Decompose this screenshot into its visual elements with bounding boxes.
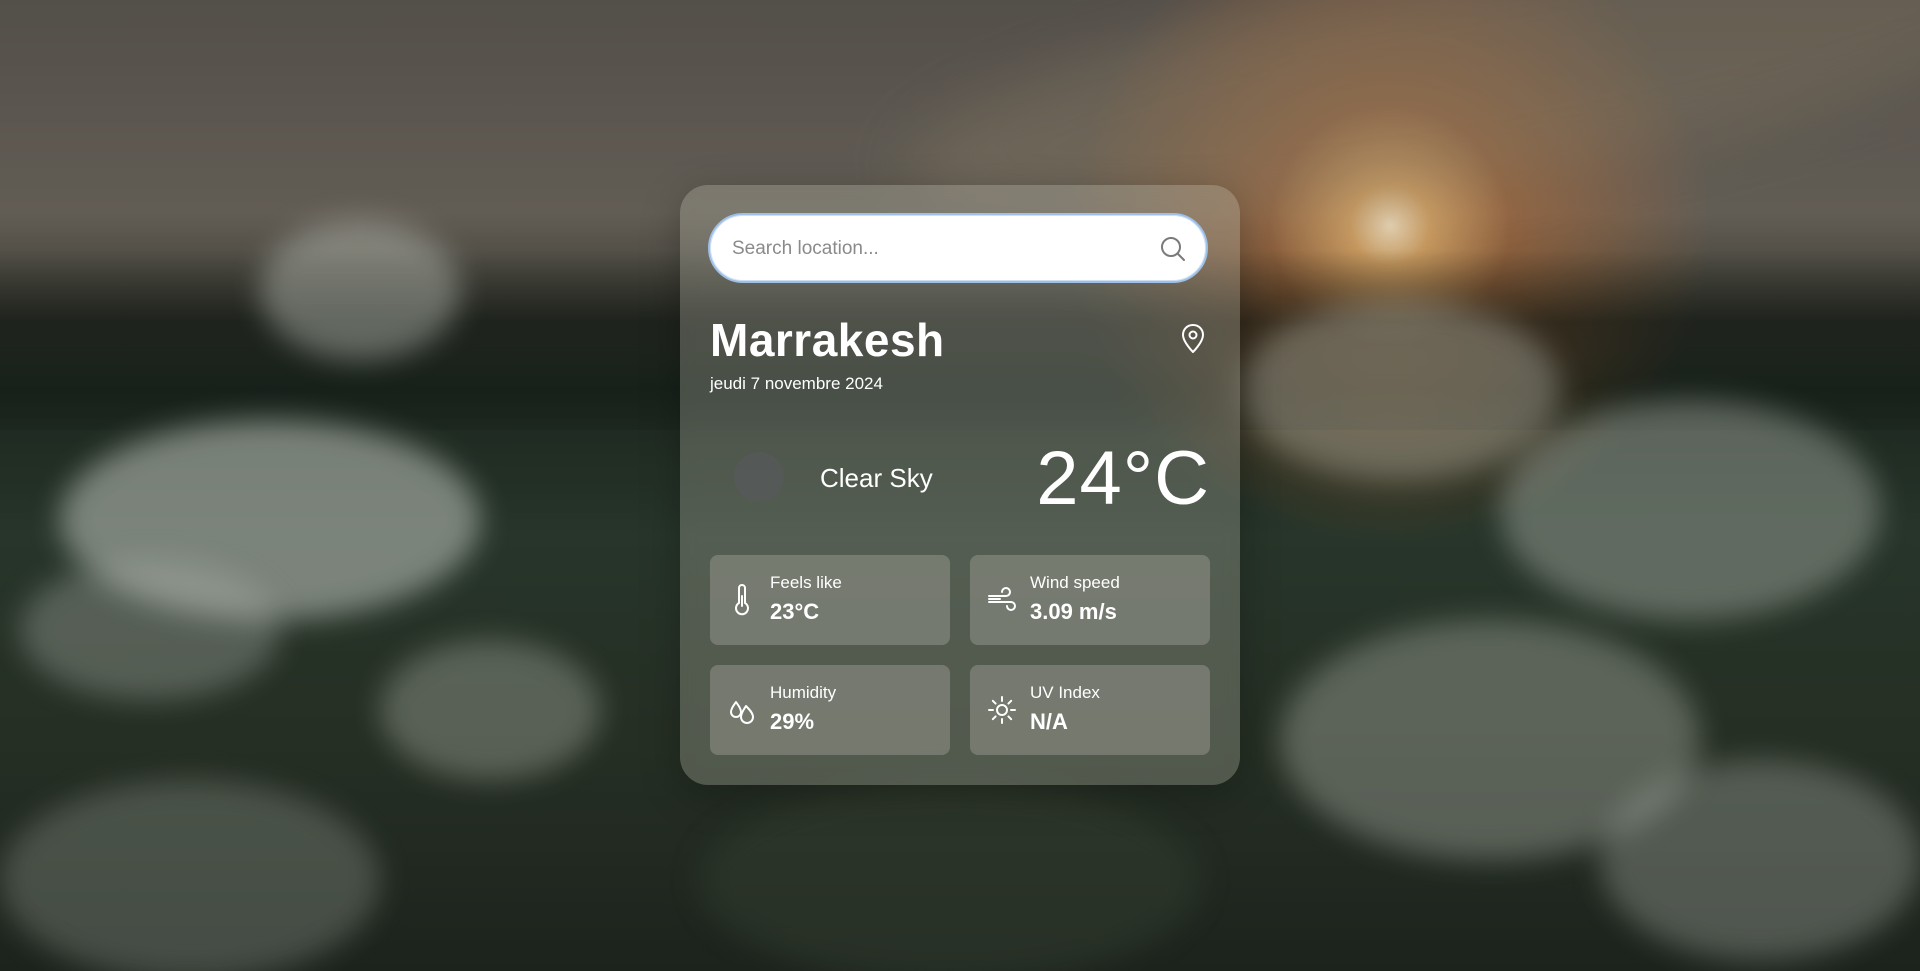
search-bar (708, 213, 1208, 283)
thermometer-icon (726, 584, 758, 616)
humidity-value: 29% (770, 709, 815, 734)
wind-speed-value: 3.09 m/s (1030, 599, 1117, 624)
droplets-icon (726, 694, 758, 726)
city-name: Marrakesh (710, 314, 945, 366)
location-pin-icon[interactable] (1178, 323, 1208, 355)
sun-icon (986, 694, 1018, 726)
humidity-tile: Humidity 29% (710, 665, 950, 755)
current-temperature: 24°C (1036, 436, 1210, 521)
uv-index-label: UV Index (1030, 683, 1100, 702)
weather-condition: Clear Sky (820, 463, 933, 493)
search-input[interactable] (730, 215, 1134, 283)
weather-card: Marrakesh jeudi 7 novembre 2024 Clear Sk… (680, 185, 1240, 785)
wind-speed-label: Wind speed (1030, 573, 1120, 592)
wind-speed-tile: Wind speed 3.09 m/s (970, 555, 1210, 645)
search-icon[interactable] (1158, 234, 1188, 264)
feels-like-value: 23°C (770, 599, 820, 624)
feels-like-tile: Feels like 23°C (710, 555, 950, 645)
wind-icon (986, 584, 1018, 616)
feels-like-label: Feels like (770, 573, 842, 592)
weather-condition-icon (734, 452, 784, 502)
uv-index-tile: UV Index N/A (970, 665, 1210, 755)
humidity-label: Humidity (770, 683, 837, 702)
uv-index-value: N/A (1030, 709, 1068, 734)
current-date: jeudi 7 novembre 2024 (710, 374, 883, 393)
